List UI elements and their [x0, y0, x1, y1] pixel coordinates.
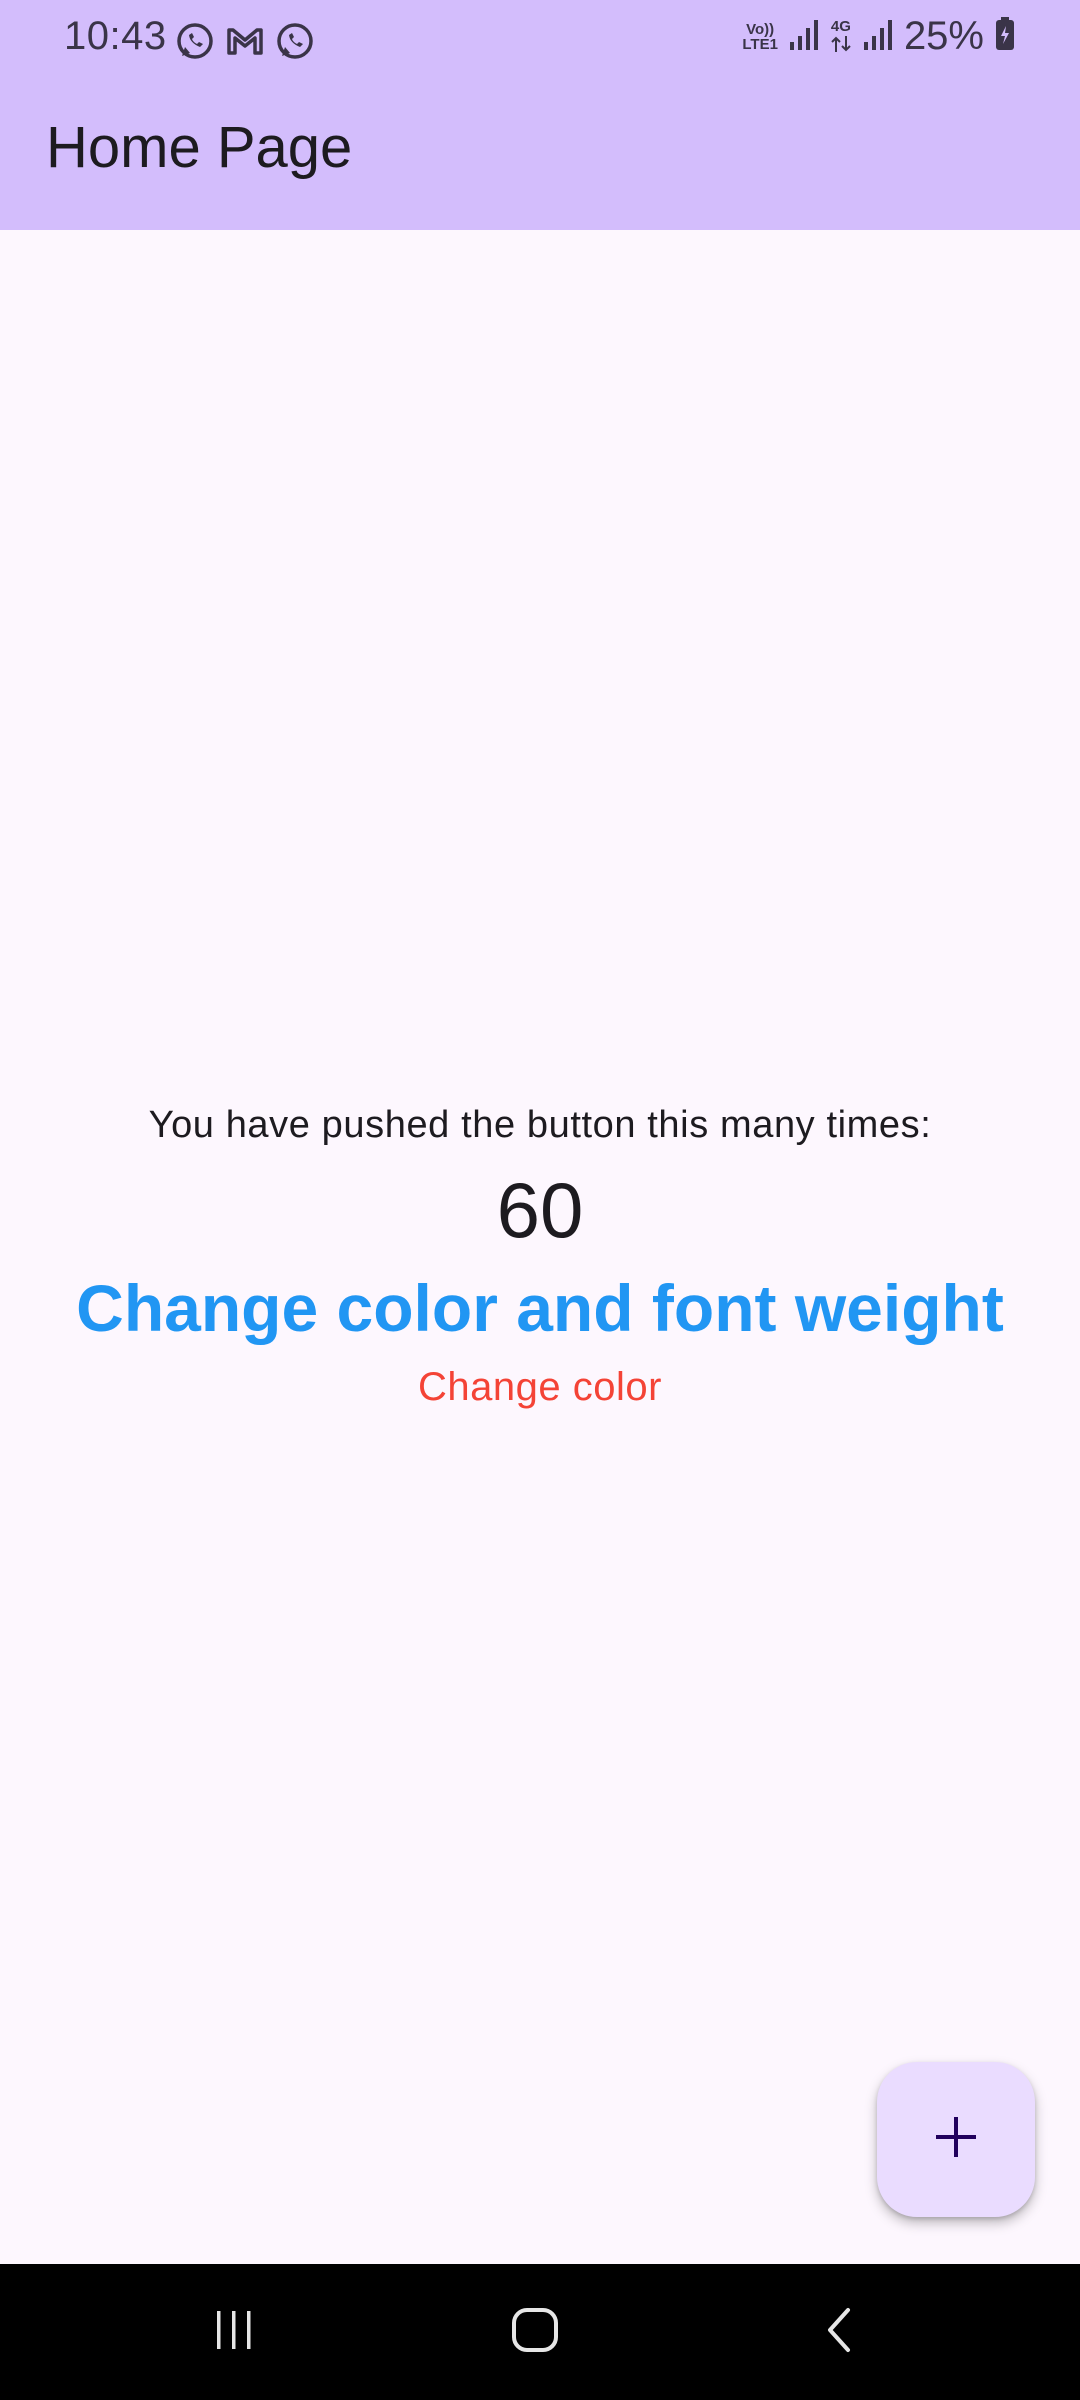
- battery-icon: [994, 16, 1016, 57]
- network-type-icon: 4G: [830, 19, 852, 54]
- page-title: Home Page: [46, 115, 353, 180]
- battery-percent: 25%: [903, 14, 984, 58]
- counter-value: 60: [496, 1166, 584, 1254]
- increment-fab-button[interactable]: [877, 2062, 1035, 2217]
- notification-icons: [174, 20, 316, 67]
- status-bar: 10:43 Vo)) LTE1 4G 25%: [0, 0, 1080, 80]
- styled-text-color: Change color: [418, 1365, 662, 1409]
- recent-apps-icon: [209, 2305, 259, 2360]
- screen: 10:43 Vo)) LTE1 4G 25% Home Page You hav…: [0, 0, 1080, 2400]
- back-icon: [815, 2305, 865, 2360]
- home-button[interactable]: [496, 2292, 576, 2372]
- recent-apps-button[interactable]: [194, 2292, 274, 2372]
- pushed-count-label: You have pushed the button this many tim…: [148, 1104, 932, 1146]
- system-nav-bar: [0, 2264, 1080, 2400]
- gmail-icon: [224, 20, 266, 67]
- system-status-icons: Vo)) LTE1 4G 25%: [742, 14, 1016, 59]
- plus-icon: [932, 2113, 980, 2166]
- home-icon: [508, 2302, 564, 2363]
- status-time: 10:43: [64, 14, 167, 58]
- app-bar: Home Page: [0, 80, 1080, 230]
- counter-section: You have pushed the button this many tim…: [0, 1090, 1080, 1418]
- whatsapp-icon: [174, 20, 216, 67]
- whatsapp-icon: [274, 20, 316, 67]
- signal-icon: [788, 16, 820, 57]
- styled-text-color-weight: Change color and font weight: [76, 1271, 1004, 1345]
- volte-icon: Vo)) LTE1: [742, 20, 778, 53]
- back-button[interactable]: [800, 2292, 880, 2372]
- signal-icon: [862, 16, 894, 57]
